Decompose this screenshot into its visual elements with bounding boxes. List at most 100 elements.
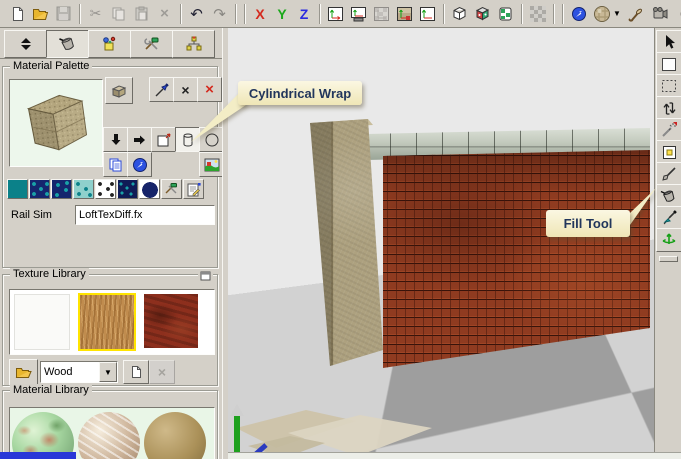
texmode-pattern2-button[interactable]	[51, 179, 72, 199]
compass-icon	[132, 157, 148, 173]
texture-swatch-rust[interactable]	[144, 294, 198, 348]
texture-library-group: Texture Library Wood ▼ ×	[2, 274, 218, 386]
texture-swatch-wood[interactable]	[78, 293, 136, 351]
apply-dropper-icon	[154, 82, 170, 98]
cut-button[interactable]: ✂	[84, 3, 107, 25]
texmode-pattern1-button[interactable]	[29, 179, 50, 199]
move-down-button[interactable]	[103, 127, 128, 152]
texmode-tools-button[interactable]	[161, 179, 182, 199]
tab-spinner[interactable]	[4, 30, 47, 58]
magic-wand-icon	[661, 122, 677, 138]
arrow-right-icon	[133, 134, 146, 146]
texmode-properties-button[interactable]	[183, 179, 204, 199]
dashed-rectangle-icon	[661, 79, 677, 93]
popup-window-icon[interactable]	[198, 271, 213, 281]
texmode-pattern4-button[interactable]	[95, 179, 116, 199]
material-palette-title: Material Palette	[10, 60, 92, 72]
rectangle-tool[interactable]	[656, 52, 681, 76]
cycle-tool[interactable]	[656, 96, 681, 120]
texmode-sphere-button[interactable]	[139, 179, 160, 199]
curve-tool-button[interactable]	[670, 3, 681, 25]
copy-button[interactable]	[107, 3, 130, 25]
compass-icon	[571, 6, 587, 22]
material-preview-dropdown[interactable]: ▼	[590, 3, 624, 25]
view-axis-button[interactable]	[324, 3, 347, 25]
texture-swatch-blank[interactable]	[14, 294, 70, 350]
save-button[interactable]	[52, 3, 75, 25]
open-button[interactable]	[29, 3, 52, 25]
redo-button[interactable]: ↷	[208, 3, 231, 25]
toolbar-grip[interactable]	[659, 256, 678, 262]
axis-tripod-icon	[419, 6, 436, 22]
new-button[interactable]	[6, 3, 29, 25]
toolbar-separator	[244, 4, 245, 24]
magic-wand-tool[interactable]	[656, 118, 681, 142]
texture-library-title: Texture Library	[10, 268, 89, 280]
material-preview	[9, 79, 103, 167]
new-texture-button[interactable]	[123, 360, 149, 384]
vertex-tool[interactable]	[656, 140, 681, 164]
properties-sheet-icon	[186, 182, 201, 197]
marquee-select-tool[interactable]	[656, 74, 681, 98]
paste-button[interactable]	[130, 3, 153, 25]
planar-wrap-button[interactable]	[151, 127, 176, 152]
chevron-down-icon: ▼	[613, 9, 621, 18]
view-axis-2-button[interactable]	[416, 3, 439, 25]
view-axis-checker-button[interactable]	[370, 3, 393, 25]
tab-tools[interactable]	[130, 30, 173, 58]
toolbar-separator	[553, 4, 554, 24]
select-tool[interactable]	[656, 30, 681, 54]
eyedropper-icon	[662, 210, 677, 226]
paint-bucket-icon	[660, 188, 678, 204]
apply-material-button[interactable]	[149, 77, 174, 102]
copy-icon	[111, 6, 126, 21]
lock-y-button[interactable]: Y	[271, 3, 293, 25]
material-navigator-small-button[interactable]	[127, 152, 152, 177]
axis-z-label: Z	[300, 6, 309, 22]
material-navigator-button[interactable]	[567, 3, 590, 25]
undo-button[interactable]: ↶	[185, 3, 208, 25]
fill-callout-text: Fill Tool	[564, 216, 613, 231]
copy-material-button[interactable]	[103, 152, 128, 177]
toolbar-separator	[443, 4, 444, 24]
checker-icon	[530, 6, 546, 22]
tab-hierarchy[interactable]	[172, 30, 215, 58]
checker-pattern-button[interactable]	[526, 3, 549, 25]
texmode-solid-button[interactable]	[7, 179, 28, 199]
lock-z-button[interactable]: Z	[293, 3, 315, 25]
camera-button[interactable]	[647, 3, 670, 25]
lock-x-button[interactable]: X	[249, 3, 271, 25]
texture-category-select[interactable]: Wood ▼	[40, 361, 118, 383]
camera-icon	[650, 6, 668, 21]
material-sphere-tan[interactable]	[144, 412, 206, 459]
show-cube-button[interactable]	[105, 77, 133, 104]
delete-button[interactable]: ×	[153, 3, 176, 25]
view-axis-cube-button[interactable]	[393, 3, 416, 25]
move-axis-icon	[661, 232, 677, 248]
app-window: ✂ × ↶ ↷ X Y Z ▼	[0, 0, 681, 459]
move-right-button[interactable]	[127, 127, 152, 152]
material-sphere-cream[interactable]	[78, 412, 140, 459]
bitmap-button[interactable]	[199, 152, 222, 177]
delete-texture-button[interactable]: ×	[149, 360, 175, 384]
shader-file-input[interactable]	[75, 205, 215, 225]
textured-box-button[interactable]	[494, 3, 517, 25]
tab-material[interactable]	[46, 30, 89, 58]
redo-icon: ↷	[213, 5, 226, 23]
tab-modifier[interactable]	[88, 30, 131, 58]
chevron-down-icon[interactable]: ▼	[99, 362, 117, 382]
copy-pages-icon	[108, 157, 123, 172]
undo-icon: ↶	[190, 5, 203, 23]
texmode-pattern3-button[interactable]	[73, 179, 94, 199]
textured-cube-button[interactable]	[471, 3, 494, 25]
hammer-wrench-icon	[164, 182, 179, 196]
toolbar-separator	[180, 4, 181, 24]
wireframe-cube-button[interactable]	[448, 3, 471, 25]
view-axis-display-button[interactable]	[347, 3, 370, 25]
texmode-pattern5-button[interactable]	[117, 179, 138, 199]
texture-open-folder-button[interactable]	[9, 359, 38, 386]
paste-icon	[134, 6, 149, 21]
vertex-square-icon	[662, 145, 677, 160]
bone-tool-button[interactable]	[624, 3, 647, 25]
cylindrical-wrap-callout: Cylindrical Wrap	[238, 81, 362, 105]
